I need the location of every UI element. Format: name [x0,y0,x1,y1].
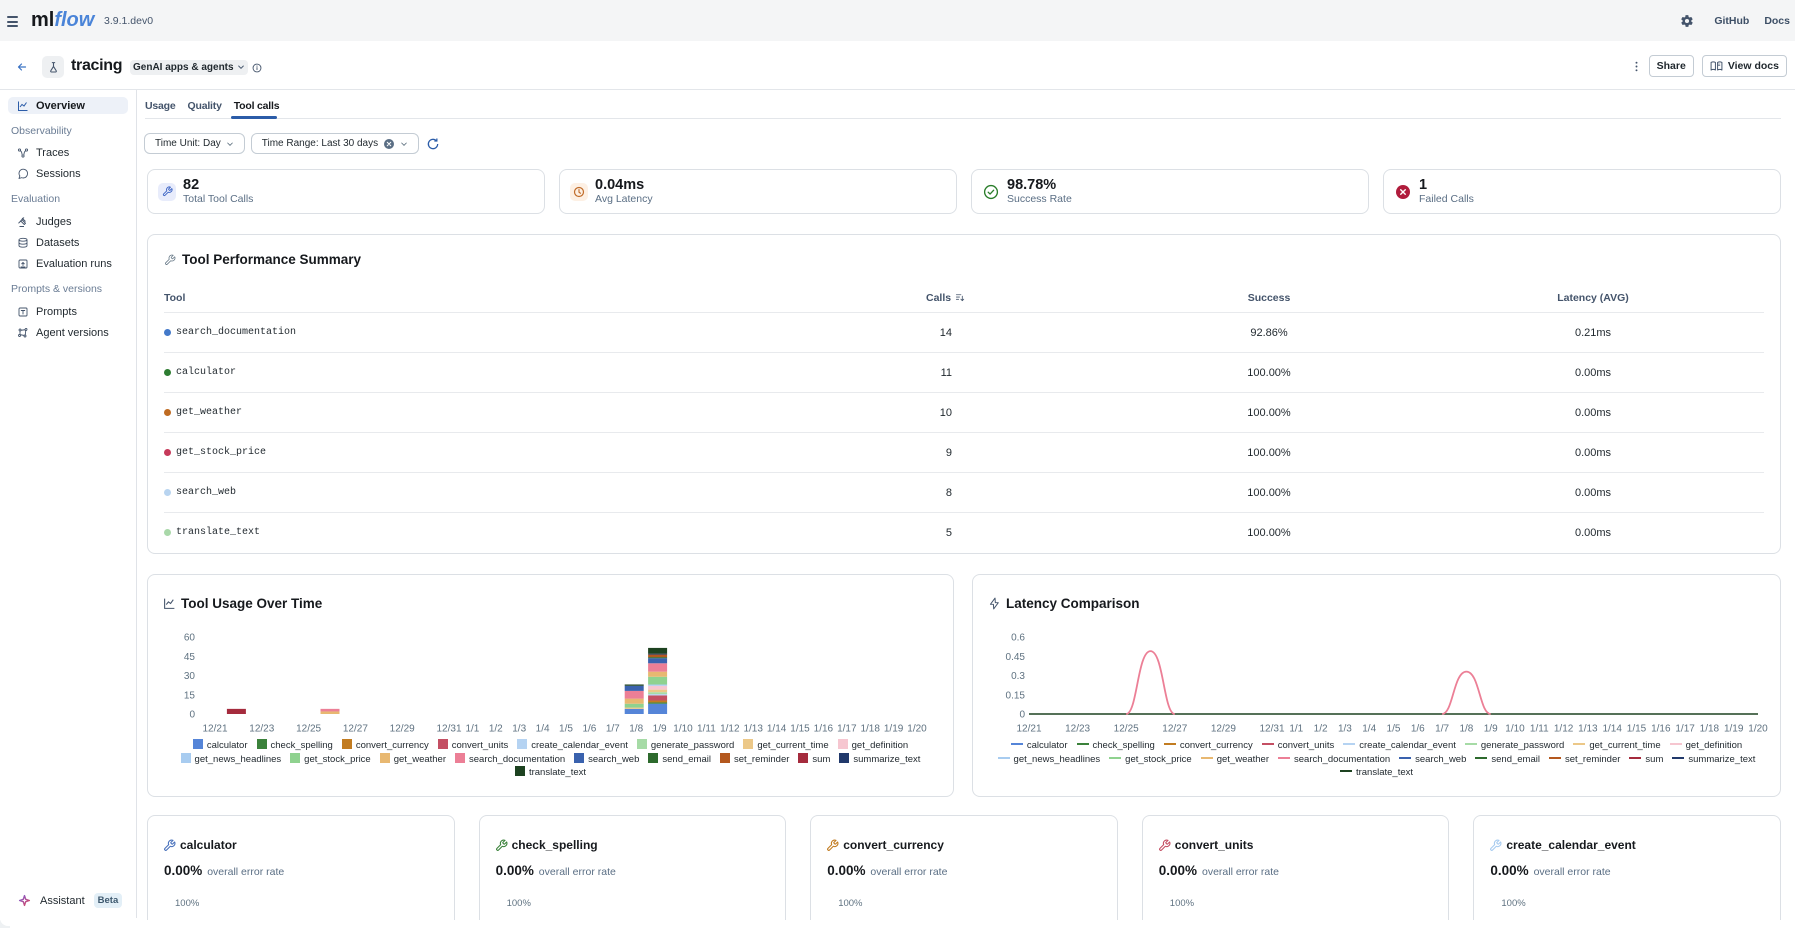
svg-text:1/14: 1/14 [767,724,787,735]
svg-text:1/7: 1/7 [1435,724,1449,735]
svg-text:1/3: 1/3 [512,724,526,735]
svg-text:1/20: 1/20 [907,724,927,735]
svg-text:1/6: 1/6 [1411,724,1425,735]
svg-text:12/21: 12/21 [202,724,227,735]
svg-text:12/27: 12/27 [343,724,368,735]
svg-text:45: 45 [184,652,196,663]
svg-text:60: 60 [184,633,196,644]
svg-text:1/9: 1/9 [1484,724,1498,735]
svg-text:0.6: 0.6 [1011,633,1025,644]
svg-text:1/2: 1/2 [489,724,503,735]
svg-text:1/8: 1/8 [1459,724,1473,735]
svg-text:12/29: 12/29 [1211,724,1236,735]
svg-text:15: 15 [184,690,196,701]
svg-text:1/14: 1/14 [1602,724,1622,735]
svg-text:1/9: 1/9 [653,724,667,735]
svg-text:1/5: 1/5 [559,724,573,735]
svg-text:1/17: 1/17 [837,724,857,735]
svg-text:0: 0 [1019,710,1025,721]
svg-text:12/31: 12/31 [1259,724,1284,735]
svg-text:1/12: 1/12 [720,724,740,735]
svg-text:1/18: 1/18 [1700,724,1720,735]
svg-text:1/12: 1/12 [1554,724,1574,735]
svg-text:12/25: 12/25 [296,724,321,735]
svg-text:1/5: 1/5 [1387,724,1401,735]
svg-text:1/2: 1/2 [1314,724,1328,735]
svg-text:0: 0 [189,710,195,721]
svg-text:1/18: 1/18 [860,724,880,735]
svg-text:1/1: 1/1 [465,724,479,735]
svg-text:1/1: 1/1 [1289,724,1303,735]
svg-text:1/13: 1/13 [743,724,763,735]
svg-text:1/4: 1/4 [536,724,550,735]
svg-text:1/13: 1/13 [1578,724,1598,735]
svg-text:1/11: 1/11 [697,724,716,735]
svg-text:1/16: 1/16 [1651,724,1671,735]
svg-text:12/21: 12/21 [1016,724,1041,735]
svg-text:1/15: 1/15 [790,724,810,735]
svg-text:1/11: 1/11 [1530,724,1549,735]
svg-text:1/20: 1/20 [1748,724,1768,735]
svg-text:1/10: 1/10 [1505,724,1525,735]
svg-text:12/29: 12/29 [390,724,415,735]
svg-text:1/19: 1/19 [1724,724,1744,735]
svg-text:1/19: 1/19 [884,724,904,735]
svg-text:1/16: 1/16 [814,724,834,735]
svg-text:1/15: 1/15 [1627,724,1647,735]
svg-text:1/8: 1/8 [629,724,643,735]
svg-text:1/6: 1/6 [582,724,596,735]
svg-text:0.3: 0.3 [1011,671,1025,682]
svg-text:1/4: 1/4 [1362,724,1376,735]
svg-text:1/10: 1/10 [673,724,693,735]
svg-text:0.15: 0.15 [1006,690,1026,701]
svg-text:1/3: 1/3 [1338,724,1352,735]
svg-text:12/23: 12/23 [1065,724,1090,735]
svg-text:1/17: 1/17 [1675,724,1695,735]
svg-text:1/7: 1/7 [606,724,620,735]
svg-text:12/25: 12/25 [1114,724,1139,735]
svg-text:12/23: 12/23 [249,724,274,735]
svg-text:0.45: 0.45 [1006,652,1026,663]
svg-text:30: 30 [184,671,196,682]
svg-text:12/27: 12/27 [1162,724,1187,735]
svg-text:12/31: 12/31 [436,724,461,735]
